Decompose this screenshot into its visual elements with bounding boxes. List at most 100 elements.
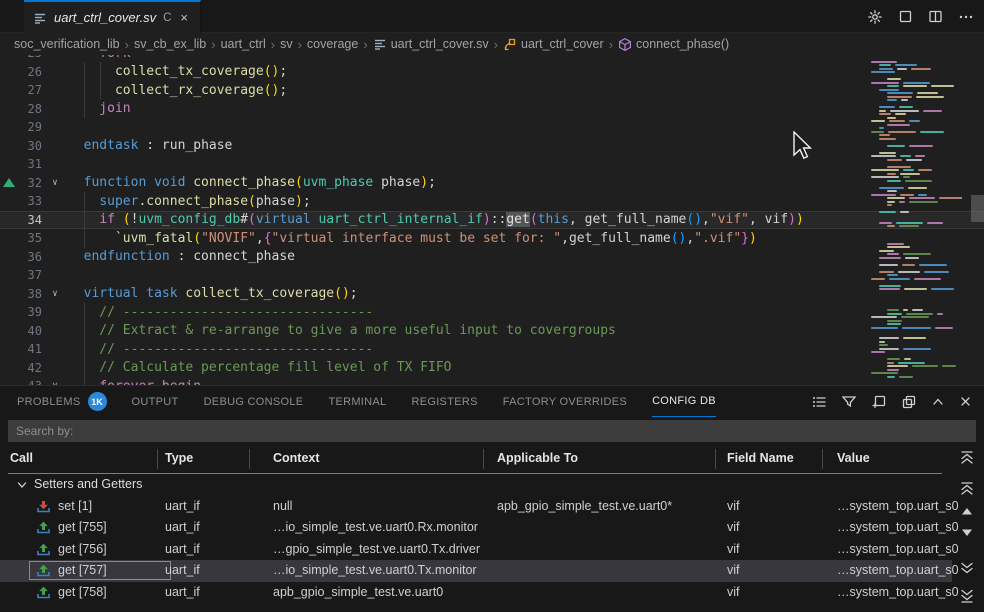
breadcrumb-item-uart-ctrl-cover-sv[interactable]: uart_ctrl_cover.sv: [373, 37, 489, 51]
breadcrumb-item-sv-cb-ex-lib[interactable]: sv_cb_ex_lib: [134, 37, 206, 51]
table-group-row[interactable]: Setters and Getters: [0, 474, 984, 496]
table-row-get-758-[interactable]: get [758]uart_ifapb_gpio_simple_test.ve.…: [0, 582, 984, 604]
code-line-27[interactable]: 27 collect_rx_coverage();: [0, 81, 984, 100]
code-line-28[interactable]: 28 join: [0, 100, 984, 119]
breadcrumb-item-connect-phase-[interactable]: connect_phase(): [618, 37, 729, 51]
get-icon: [36, 585, 51, 600]
minimap-line: [903, 82, 930, 84]
code-line-41[interactable]: 41 // --------------------------------: [0, 340, 984, 359]
cell-field: vif: [727, 520, 740, 534]
breadcrumb-item-coverage[interactable]: coverage: [307, 37, 358, 51]
minimap-line: [931, 85, 954, 87]
code-line-39[interactable]: 39 // --------------------------------: [0, 303, 984, 322]
titlebar-actions: [867, 0, 974, 33]
split-editor-icon[interactable]: [928, 9, 943, 24]
scroll-to-bottom-icon[interactable]: [956, 588, 978, 604]
search-input[interactable]: [8, 420, 976, 442]
fold-chevron-icon[interactable]: ∨: [42, 55, 68, 58]
minimap-line: [887, 358, 900, 360]
cell-field: vif: [727, 563, 740, 577]
code-line-29[interactable]: 29: [0, 118, 984, 137]
panel-tab-output[interactable]: OUTPUT: [132, 387, 179, 417]
panel-tab-label: OUTPUT: [132, 396, 179, 408]
cell-field: vif: [727, 499, 740, 513]
breadcrumb-label: coverage: [307, 37, 358, 51]
minimap-line: [901, 99, 907, 101]
settings-gear-icon[interactable]: [867, 9, 883, 25]
line-number: 26: [0, 65, 42, 79]
panel-tab-registers[interactable]: REGISTERS: [411, 387, 477, 417]
minimap-line: [912, 365, 938, 367]
chevron-down-icon[interactable]: [16, 479, 28, 491]
indent-guide: [84, 62, 85, 118]
table-row-get-757-[interactable]: get [757]uart_if…io_simple_test.ve.uart0…: [0, 560, 952, 582]
table-row-get-755-[interactable]: get [755]uart_if…io_simple_test.ve.uart0…: [0, 517, 984, 539]
breadcrumb-label: sv_cb_ex_lib: [134, 37, 206, 51]
table-row-get-756-[interactable]: get [756]uart_if…gpio_simple_test.ve.uar…: [0, 539, 984, 561]
code-line-30[interactable]: 30 endtask : run_phase: [0, 137, 984, 156]
collapse-all-icon[interactable]: [901, 394, 917, 409]
code-line-40[interactable]: 40 // Extract & re-arrange to give a mor…: [0, 322, 984, 341]
code-editor[interactable]: 25∨ fork26 collect_tx_coverage();27 coll…: [0, 55, 984, 385]
filter-icon[interactable]: [841, 394, 857, 409]
column-separator: [715, 449, 716, 469]
minimap-line: [887, 145, 905, 147]
tab-uart-ctrl-cover[interactable]: uart_ctrl_cover.sv C ×: [24, 0, 201, 33]
code-line-34[interactable]: 34 if (!uvm_config_db#(virtual uart_ctrl…: [0, 211, 984, 230]
breadcrumb-item-soc-verification-lib[interactable]: soc_verification_lib: [14, 37, 120, 51]
column-header-field-name[interactable]: Field Name: [727, 451, 794, 465]
minimap-line: [939, 197, 962, 199]
code-line-38[interactable]: 38∨ virtual task collect_tx_coverage();: [0, 285, 984, 304]
code-text: if (!uvm_config_db#(virtual uart_ctrl_in…: [68, 212, 804, 227]
breadcrumb-item-uart-ctrl[interactable]: uart_ctrl: [221, 37, 266, 51]
column-header-context[interactable]: Context: [273, 451, 320, 465]
column-header-applicable-to[interactable]: Applicable To: [497, 451, 578, 465]
cell-context: …io_simple_test.ve.uart0.Tx.monitor: [273, 563, 477, 577]
panel-tab-factory-overrides[interactable]: FACTORY OVERRIDES: [503, 387, 627, 417]
breadcrumb-item-sv[interactable]: sv: [280, 37, 293, 51]
scroll-to-top-icon[interactable]: [956, 450, 978, 465]
file-icon: [33, 11, 47, 25]
breadcrumb-item-uart-ctrl-cover[interactable]: uart_ctrl_cover: [503, 37, 604, 51]
more-actions-icon[interactable]: [958, 9, 974, 24]
scroll-to-top-icon[interactable]: [956, 481, 978, 496]
table-row-set-1-[interactable]: set [1]uart_ifnullapb_gpio_simple_test.v…: [0, 496, 984, 518]
code-line-32[interactable]: 32∨ function void connect_phase(uvm_phas…: [0, 174, 984, 193]
scroll-page-down-icon[interactable]: [956, 561, 978, 576]
maximize-panel-icon[interactable]: [931, 395, 945, 408]
column-header-type[interactable]: Type: [165, 451, 193, 465]
scroll-down-icon[interactable]: [956, 526, 978, 538]
minimap-line: [887, 323, 901, 325]
code-line-31[interactable]: 31: [0, 155, 984, 174]
cell-type: uart_if: [165, 585, 200, 599]
panel-tab-terminal[interactable]: TERMINAL: [328, 387, 386, 417]
fold-chevron-icon[interactable]: ∨: [42, 178, 68, 188]
code-line-26[interactable]: 26 collect_tx_coverage();: [0, 63, 984, 82]
close-tab-icon[interactable]: ×: [178, 9, 190, 26]
code-line-37[interactable]: 37: [0, 266, 984, 285]
view-as-list-icon[interactable]: [811, 394, 827, 409]
line-number: 28: [0, 102, 42, 116]
close-panel-icon[interactable]: [959, 395, 972, 408]
panel-tab-problems[interactable]: PROBLEMS1K: [17, 387, 107, 417]
minimap-line: [909, 197, 935, 199]
expand-all-icon[interactable]: [871, 394, 887, 409]
code-line-42[interactable]: 42 // Calculate percentage fill level of…: [0, 359, 984, 378]
code-line-33[interactable]: 33 super.connect_phase(phase);: [0, 192, 984, 211]
code-line-43[interactable]: 43∨ forever begin: [0, 377, 984, 385]
panel-tab-label: CONFIG DB: [652, 395, 716, 407]
layout-icon[interactable]: [898, 9, 913, 24]
scroll-up-icon[interactable]: [956, 505, 978, 517]
column-header-value[interactable]: Value: [837, 451, 870, 465]
column-header-call[interactable]: Call: [10, 451, 33, 465]
panel-tab-debug-console[interactable]: DEBUG CONSOLE: [204, 387, 304, 417]
code-line-36[interactable]: 36 endfunction : connect_phase: [0, 248, 984, 267]
fold-chevron-icon[interactable]: ∨: [42, 289, 68, 299]
code-line-35[interactable]: 35 `uvm_fatal("NOVIF",{"virtual interfac…: [0, 229, 984, 248]
minimap[interactable]: [868, 57, 962, 383]
minimap-line: [897, 68, 907, 70]
code-text: // Calculate percentage fill level of TX…: [68, 360, 452, 375]
editor-scrollbar-thumb[interactable]: [971, 195, 984, 222]
code-line-25[interactable]: 25∨ fork: [0, 55, 984, 63]
panel-tab-config-db[interactable]: CONFIG DB: [652, 387, 716, 417]
